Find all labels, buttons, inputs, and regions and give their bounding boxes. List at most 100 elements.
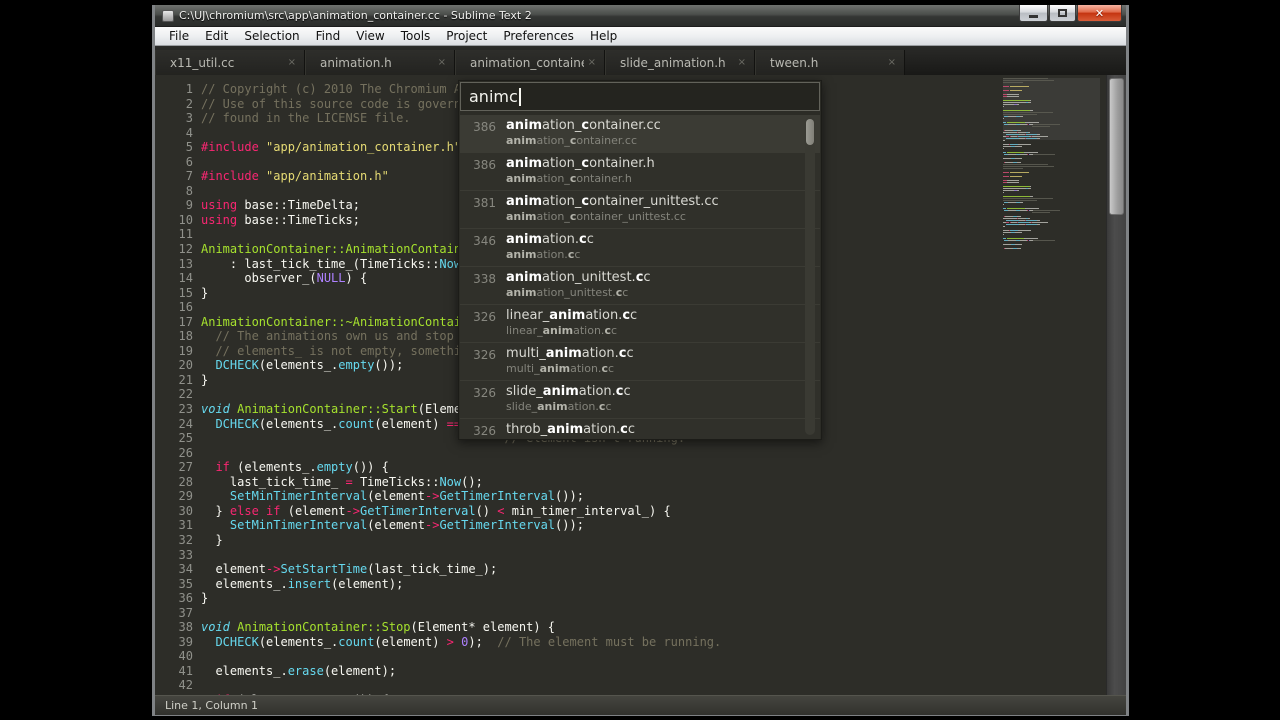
tab-close-icon[interactable]: ×	[888, 57, 896, 68]
panel-scrollbar[interactable]	[805, 117, 815, 435]
code-line[interactable]: 40	[155, 649, 1126, 664]
result-text: multi_animation.ccmulti_animation.cc	[506, 346, 634, 380]
minimap-line	[1003, 194, 1100, 195]
scrollbar-thumb[interactable]	[1109, 78, 1124, 215]
line-number: 16	[155, 300, 205, 315]
editor-area[interactable]: 1// Copyright (c) 2010 The Chromium Auth…	[155, 75, 1126, 695]
line-number: 34	[155, 562, 205, 577]
panel-scrollbar-thumb[interactable]	[806, 119, 814, 145]
goto-result-item[interactable]: 346animation.ccanimation.cc	[460, 229, 820, 267]
minimap-line	[1003, 186, 1100, 187]
close-button[interactable]: ✕	[1077, 5, 1122, 22]
menu-item-view[interactable]: View	[348, 28, 392, 44]
minimap-line	[1003, 174, 1100, 175]
minimap[interactable]	[1003, 78, 1100, 695]
cursor-position-text: Line 1, Column 1	[165, 699, 258, 712]
result-filename: linear_animation.cc	[506, 308, 637, 323]
tab-animation.h[interactable]: animation.h×	[305, 50, 455, 75]
result-filename: throb_animation.cc	[506, 422, 635, 437]
result-filename: multi_animation.cc	[506, 346, 634, 361]
minimap-line	[1003, 246, 1100, 247]
minimize-button[interactable]	[1019, 5, 1048, 22]
line-text: } else if (element->GetTimerInterval() <…	[201, 504, 671, 519]
code-line[interactable]: 39 DCHECK(elements_.count(element) > 0);…	[155, 635, 1126, 650]
tab-close-icon[interactable]: ×	[438, 57, 446, 68]
menu-item-edit[interactable]: Edit	[197, 28, 236, 44]
line-number: 21	[155, 373, 205, 388]
goto-anything-input[interactable]: animc	[460, 82, 820, 111]
code-line[interactable]: 43 if (elements_.empty()) {	[155, 693, 1126, 695]
line-text: SetMinTimerInterval(element->GetTimerInt…	[201, 489, 584, 504]
minimap-line	[1003, 176, 1100, 177]
tab-label: animation_container.h	[470, 56, 584, 70]
tab-slide_animation.h[interactable]: slide_animation.h×	[605, 50, 755, 75]
line-number: 32	[155, 533, 205, 548]
match-score: 346	[466, 232, 496, 266]
match-score: 381	[466, 194, 496, 228]
goto-result-item[interactable]: 338animation_unittest.ccanimation_unitte…	[460, 267, 820, 305]
code-line[interactable]: 27 if (elements_.empty()) {	[155, 460, 1126, 475]
line-number: 1	[155, 82, 205, 97]
minimap-line	[1003, 212, 1100, 213]
vertical-scrollbar[interactable]	[1106, 75, 1126, 695]
minimap-line	[1003, 236, 1100, 237]
minimap-line	[1003, 214, 1100, 215]
menu-item-file[interactable]: File	[161, 28, 197, 44]
goto-result-item[interactable]: 326slide_animation.ccslide_animation.cc	[460, 381, 820, 419]
tab-tween.h[interactable]: tween.h×	[755, 50, 905, 75]
goto-result-item[interactable]: 381animation_container_unittest.ccanimat…	[460, 191, 820, 229]
menu-item-preferences[interactable]: Preferences	[495, 28, 582, 44]
code-line[interactable]: 41 elements_.erase(element);	[155, 664, 1126, 679]
line-number: 38	[155, 620, 205, 635]
result-path: animation_container.cc	[506, 134, 661, 147]
match-score: 326	[466, 422, 496, 439]
code-line[interactable]: 35 elements_.insert(element);	[155, 577, 1126, 592]
line-number: 5	[155, 140, 205, 155]
tab-close-icon[interactable]: ×	[288, 57, 296, 68]
line-number: 40	[155, 649, 205, 664]
line-number: 6	[155, 155, 205, 170]
line-text: DCHECK(elements_.count(element) > 0); //…	[201, 635, 721, 650]
minimap-line	[1003, 162, 1100, 163]
code-line[interactable]: 32 }	[155, 533, 1126, 548]
menu-item-tools[interactable]: Tools	[393, 28, 439, 44]
minimap-line	[1003, 198, 1100, 199]
menu-item-find[interactable]: Find	[308, 28, 349, 44]
code-line[interactable]: 42	[155, 678, 1126, 693]
menu-item-project[interactable]: Project	[438, 28, 495, 44]
line-number: 29	[155, 489, 205, 504]
code-line[interactable]: 37	[155, 606, 1126, 621]
result-filename: animation_unittest.cc	[506, 270, 651, 285]
result-filename: animation_container_unittest.cc	[506, 194, 719, 209]
tab-x11_util.cc[interactable]: x11_util.cc×	[155, 50, 305, 75]
tab-animation_container.h[interactable]: animation_container.h ×	[455, 50, 605, 75]
title-bar[interactable]: C:\UJ\chromium\src\app\animation_contain…	[155, 5, 1126, 27]
goto-result-item[interactable]: 326multi_animation.ccmulti_animation.cc	[460, 343, 820, 381]
tab-close-icon[interactable]: ×	[738, 57, 746, 68]
code-line[interactable]: 26	[155, 446, 1126, 461]
match-score: 338	[466, 270, 496, 304]
goto-result-item[interactable]: 326throb_animation.ccthrob_animation.cc	[460, 419, 820, 439]
line-text: observer_(NULL) {	[201, 271, 367, 286]
goto-result-item[interactable]: 326linear_animation.cclinear_animation.c…	[460, 305, 820, 343]
code-line[interactable]: 28 last_tick_time_ = TimeTicks::Now();	[155, 475, 1126, 490]
code-line[interactable]: 33	[155, 548, 1126, 563]
goto-result-item[interactable]: 386animation_container.ccanimation_conta…	[460, 115, 820, 153]
line-number: 17	[155, 315, 205, 330]
code-line[interactable]: 30 } else if (element->GetTimerInterval(…	[155, 504, 1126, 519]
tab-close-icon[interactable]: ×	[588, 57, 596, 68]
menu-item-help[interactable]: Help	[582, 28, 625, 44]
line-number: 27	[155, 460, 205, 475]
sublime-text-window: C:\UJ\chromium\src\app\animation_contain…	[152, 5, 1129, 716]
goto-result-item[interactable]: 386animation_container.hanimation_contai…	[460, 153, 820, 191]
menu-item-selection[interactable]: Selection	[236, 28, 307, 44]
goto-anything-panel: animc 386animation_container.ccanimation…	[458, 80, 822, 440]
code-line[interactable]: 36}	[155, 591, 1126, 606]
maximize-button[interactable]	[1049, 5, 1076, 22]
code-line[interactable]: 34 element->SetStartTime(last_tick_time_…	[155, 562, 1126, 577]
window-title: C:\UJ\chromium\src\app\animation_contain…	[179, 9, 532, 22]
code-line[interactable]: 31 SetMinTimerInterval(element->GetTimer…	[155, 518, 1126, 533]
line-text: using base::TimeTicks;	[201, 213, 360, 228]
code-line[interactable]: 29 SetMinTimerInterval(element->GetTimer…	[155, 489, 1126, 504]
code-line[interactable]: 38void AnimationContainer::Stop(Element*…	[155, 620, 1126, 635]
